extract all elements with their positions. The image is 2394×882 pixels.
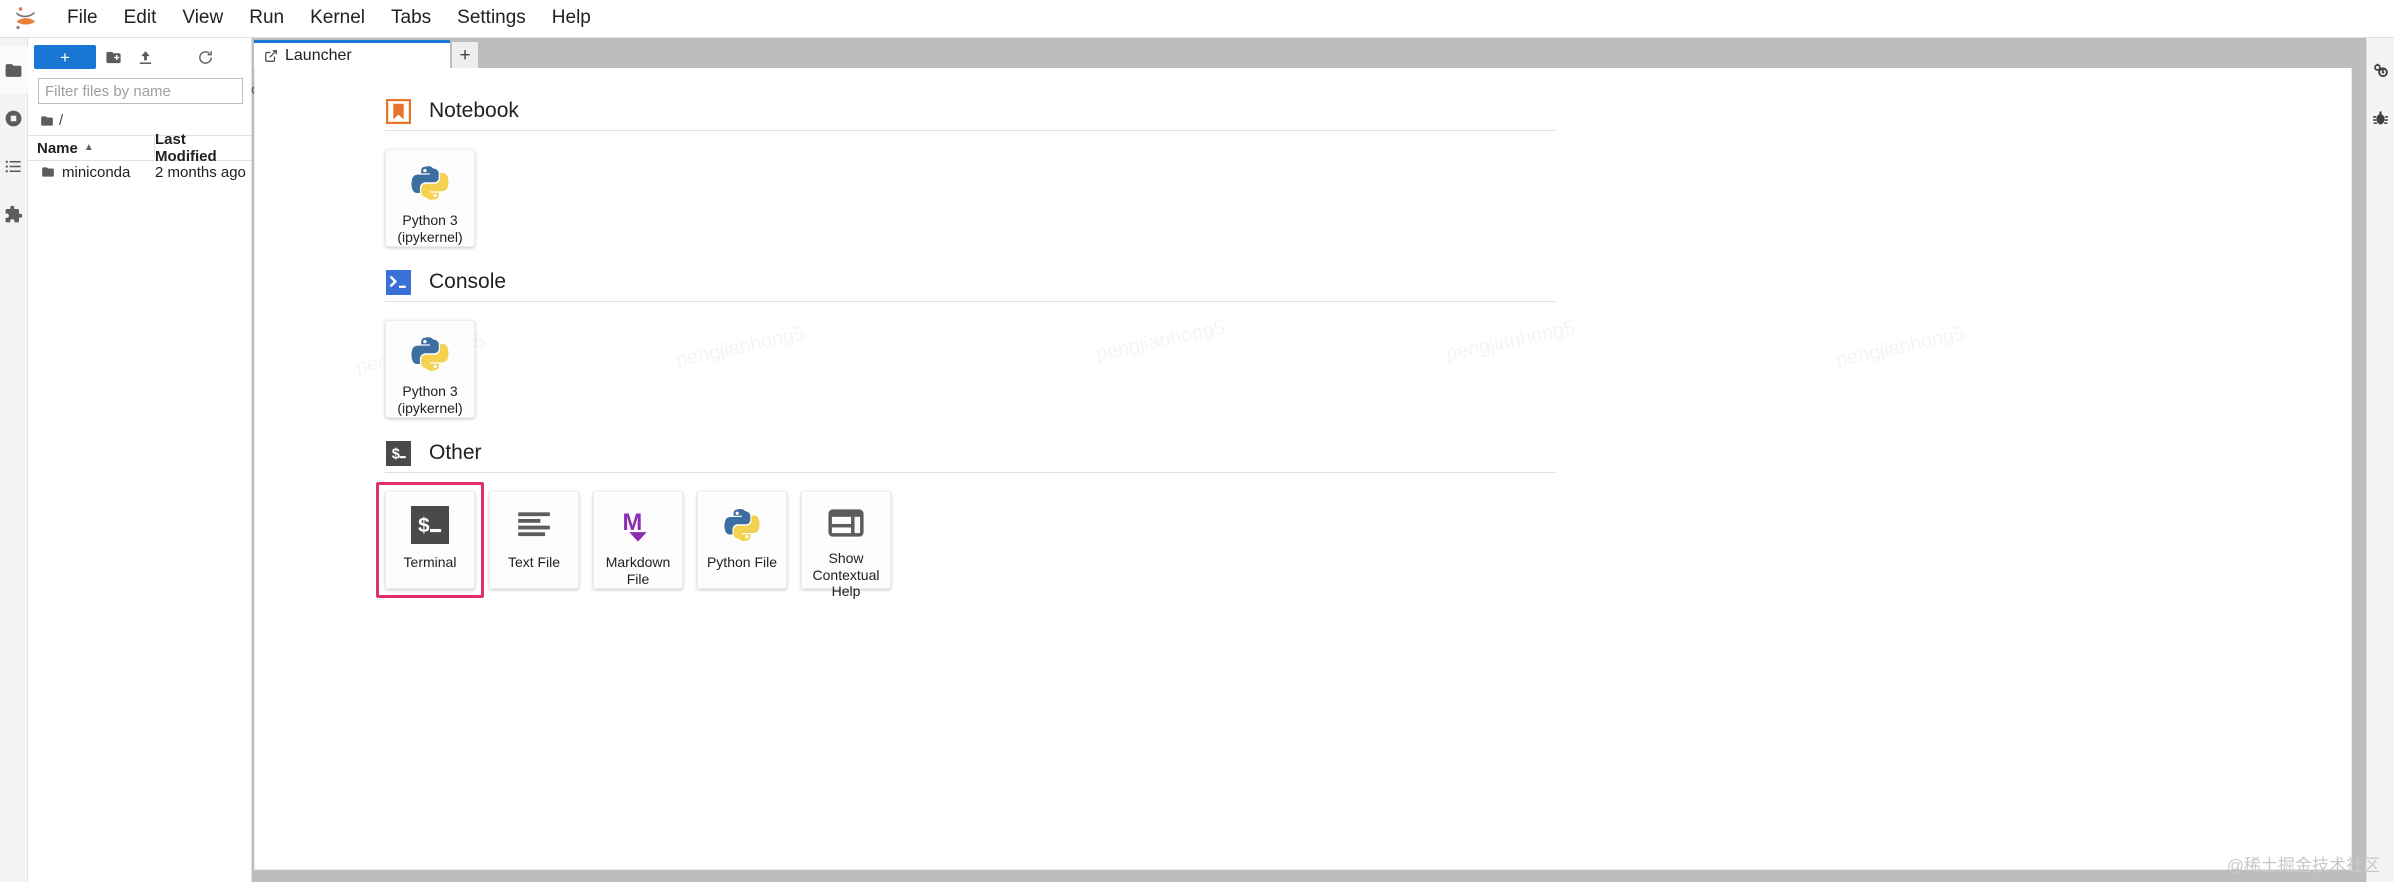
tab-launcher[interactable]: Launcher — [254, 40, 450, 68]
card-contextual-help[interactable]: Show Contextual Help — [801, 491, 891, 599]
python-icon — [721, 504, 763, 546]
card-row-notebook: Python 3 (ipykernel) — [385, 149, 2351, 269]
right-activity-bar — [2366, 38, 2394, 882]
text-file-icon — [513, 504, 555, 546]
file-name-label: miniconda — [62, 163, 131, 181]
section-divider-notebook — [385, 130, 1555, 131]
terminal-dollar-icon: $ — [385, 440, 411, 466]
section-title-other: Other — [429, 441, 482, 464]
card-python3-notebook-label: Python 3 (ipykernel) — [397, 212, 463, 245]
card-markdown-file-label: Markdown File — [605, 554, 671, 587]
contextual-help-icon — [825, 504, 867, 542]
column-header-last-modified[interactable]: Last Modified — [155, 131, 251, 165]
launcher-section-other: $ Other $ Terminal Text File M Markdown … — [376, 440, 2351, 611]
breadcrumb-path[interactable]: / — [59, 112, 63, 129]
launcher-icon — [264, 49, 278, 63]
section-title-console: Console — [429, 270, 507, 293]
menu-bar: File Edit View Run Kernel Tabs Settings … — [0, 0, 2394, 38]
console-prompt-icon — [385, 269, 411, 295]
notebook-bookmark-icon — [385, 98, 411, 124]
menu-kernel[interactable]: Kernel — [297, 3, 378, 34]
upload-icon[interactable] — [130, 44, 160, 70]
file-browser-toolbar: + — [28, 38, 251, 76]
card-terminal[interactable]: $ Terminal — [385, 491, 475, 589]
launcher-content: Notebook Python 3 (ipykernel) Console Py… — [255, 68, 2351, 869]
file-browser-icon[interactable] — [0, 46, 28, 94]
file-list-empty-space — [28, 183, 251, 882]
sort-ascending-icon: ▲ — [83, 142, 94, 153]
file-filter[interactable] — [38, 78, 263, 104]
markdown-icon: M — [617, 504, 659, 546]
svg-text:$: $ — [391, 446, 399, 462]
card-terminal-label: Terminal — [403, 554, 457, 570]
jupyter-logo-icon — [12, 4, 42, 34]
file-last-modified-label: 2 months ago — [155, 163, 246, 181]
file-list-item-miniconda[interactable]: miniconda 2 months ago — [28, 161, 251, 183]
property-inspector-icon[interactable] — [2367, 46, 2394, 94]
launcher-panel: pengjianhong5 pengjianhong5 pengjianhong… — [254, 68, 2352, 870]
card-python3-console[interactable]: Python 3 (ipykernel) — [385, 320, 475, 418]
card-python3-console-label: Python 3 (ipykernel) — [397, 383, 463, 416]
file-filter-wrapper — [28, 76, 263, 110]
extension-manager-icon[interactable] — [0, 190, 28, 238]
column-header-name-label: Name — [37, 139, 78, 157]
file-list-header: Name ▲ Last Modified — [28, 131, 251, 165]
column-header-name[interactable]: Name ▲ — [28, 136, 155, 160]
running-sessions-icon[interactable] — [0, 94, 28, 142]
terminal-dollar-icon: $ — [409, 504, 451, 546]
file-name-cell: miniconda — [28, 164, 155, 181]
section-header-notebook: Notebook — [385, 98, 2351, 130]
column-header-last-modified-label: Last Modified — [155, 131, 217, 165]
launcher-section-notebook: Notebook Python 3 (ipykernel) — [385, 98, 2351, 269]
menu-file[interactable]: File — [54, 3, 111, 34]
card-row-other: $ Terminal Text File M Markdown File Pyt… — [376, 482, 2351, 611]
section-title-notebook: Notebook — [429, 99, 519, 122]
card-contextual-help-label: Show Contextual Help — [812, 550, 880, 600]
tab-bar: Launcher + — [252, 38, 2366, 68]
menu-tabs[interactable]: Tabs — [378, 3, 444, 34]
svg-text:$: $ — [418, 514, 430, 537]
file-browser-panel: + Filter files by name / Name ▲ Last Mod… — [28, 38, 263, 882]
card-python-file[interactable]: Python File — [697, 491, 787, 589]
section-header-console: Console — [385, 269, 2351, 301]
card-text-file-label: Text File — [507, 554, 561, 570]
section-header-other: $ Other — [385, 440, 2351, 472]
section-divider-other — [385, 472, 1555, 473]
section-divider-console — [385, 301, 1555, 302]
card-text-file[interactable]: Text File — [489, 491, 579, 589]
debugger-icon[interactable] — [2367, 94, 2394, 142]
folder-icon — [41, 165, 55, 179]
workspace: + Filter files by name / Name ▲ Last Mod… — [0, 38, 2394, 882]
breadcrumb-root-folder-icon[interactable] — [40, 114, 54, 128]
card-row-console: Python 3 (ipykernel) — [385, 320, 2351, 440]
refresh-icon[interactable] — [190, 44, 220, 70]
menu-view[interactable]: View — [169, 3, 236, 34]
new-folder-icon[interactable] — [98, 44, 128, 70]
left-activity-bar — [0, 38, 28, 882]
table-of-contents-icon[interactable] — [0, 142, 28, 190]
new-launcher-button[interactable]: + — [34, 45, 96, 69]
main-dock-area: Launcher + pengjianhong5 pengjianhong5 p… — [252, 38, 2366, 882]
new-tab-button[interactable]: + — [452, 42, 478, 68]
menu-run[interactable]: Run — [236, 3, 297, 34]
svg-text:M: M — [622, 509, 642, 536]
tab-launcher-label: Launcher — [285, 46, 352, 64]
menu-settings[interactable]: Settings — [444, 3, 539, 34]
card-markdown-file[interactable]: M Markdown File — [593, 491, 683, 589]
jupyterlab-window: File Edit View Run Kernel Tabs Settings … — [0, 0, 2394, 882]
search-input[interactable] — [39, 79, 250, 103]
card-python3-notebook[interactable]: Python 3 (ipykernel) — [385, 149, 475, 247]
python-icon — [409, 333, 451, 375]
card-python-file-label: Python File — [706, 554, 778, 570]
launcher-section-console: Console Python 3 (ipykernel) — [385, 269, 2351, 440]
menu-help[interactable]: Help — [539, 3, 604, 34]
launcher-scrollbar[interactable] — [2341, 68, 2351, 869]
python-icon — [409, 162, 451, 204]
menu-edit[interactable]: Edit — [111, 3, 170, 34]
